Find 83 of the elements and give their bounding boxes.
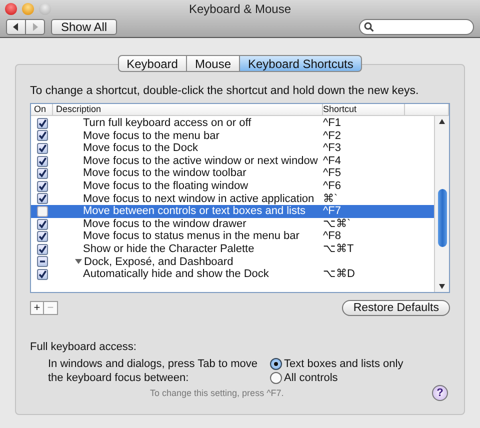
checkmark-icon	[38, 270, 46, 279]
shortcut-description: Move focus to the window drawer	[82, 218, 246, 230]
checkbox[interactable]	[36, 231, 48, 242]
checkbox[interactable]	[36, 218, 48, 230]
close-button[interactable]	[5, 3, 17, 15]
table-row[interactable]: Move focus to the menu bar ^F2	[31, 130, 434, 142]
radio-button[interactable]	[270, 358, 282, 370]
table-row[interactable]: Move focus to the floating window ^F6	[31, 180, 434, 193]
shortcut-description: Move focus to the Dock	[82, 142, 198, 155]
restore-defaults-button[interactable]: Restore Defaults	[342, 300, 450, 316]
group-label: Dock, Exposé, and Dashboard	[84, 256, 234, 268]
window-title: Keyboard & Mouse	[188, 2, 292, 16]
shortcut-keys: ^F1	[323, 117, 341, 129]
shortcut-description: Move focus to next window in active application	[82, 192, 314, 206]
table-row[interactable]: Move between controls or text boxes and lists ^F7	[31, 205, 434, 218]
radio-option[interactable]: All controls	[270, 371, 404, 385]
table-row[interactable]: Move focus to the Dock ^F3	[31, 142, 434, 155]
down-arrow-icon[interactable]	[439, 284, 445, 289]
back-button[interactable]	[6, 19, 26, 35]
shortcut-keys: ^F4	[323, 154, 341, 167]
shortcut-keys: ^F3	[323, 142, 341, 154]
shortcut-description: Move focus to the active window or next window	[82, 154, 318, 168]
search-icon	[364, 22, 374, 32]
checkbox[interactable]	[36, 156, 48, 167]
checkbox[interactable]	[36, 193, 48, 204]
right-triangle-icon	[31, 23, 39, 31]
shortcut-keys: ^F8	[323, 230, 341, 242]
checkbox[interactable]	[36, 168, 48, 180]
shortcut-description: Show or hide the Character Palette	[82, 242, 254, 256]
shortcut-keys: ^F7	[323, 205, 341, 218]
setting-prompt: In windows and dialogs, press Tab to move the keyboard focus between:	[48, 357, 259, 385]
left-triangle-icon	[12, 23, 20, 31]
shortcut-description: Move focus to the window toolbar	[82, 167, 246, 180]
checkbox[interactable]	[36, 206, 48, 217]
table-row[interactable]: Move focus to next window in active application ⌘`	[31, 192, 434, 206]
shortcut-description: Turn full keyboard access on or off	[82, 117, 252, 130]
search-field[interactable]	[359, 19, 474, 35]
scroll-bar[interactable]	[434, 116, 449, 292]
shortcut-keys: ⌥⌘T	[323, 242, 354, 255]
shortcut-description: Automatically hide and show the Dock	[82, 268, 269, 281]
help-button[interactable]: ?	[432, 385, 448, 401]
shortcut-keys: ^F5	[323, 167, 341, 180]
column-header[interactable]: Description	[53, 104, 323, 115]
shortcut-keys: ⌘`	[323, 192, 338, 205]
column-header[interactable]: Shortcut	[323, 104, 405, 115]
disclosure-triangle-icon[interactable]	[75, 258, 82, 266]
up-arrow-icon[interactable]	[439, 119, 445, 124]
shortcut-description: Move focus to the floating window	[82, 180, 248, 193]
radio-option[interactable]: Text boxes and lists only	[270, 357, 404, 371]
hint-text: To change this setting, press ^F7.	[150, 388, 284, 398]
shortcut-keys: ^F6	[323, 180, 341, 192]
radio-button[interactable]	[270, 372, 282, 384]
checkbox[interactable]	[36, 130, 48, 142]
checkbox[interactable]	[36, 244, 48, 255]
table-row[interactable]: Move focus to status menus in the menu bar ^F8	[31, 230, 434, 243]
checkbox[interactable]	[36, 268, 48, 280]
show-all-button[interactable]: Show All	[51, 19, 118, 35]
add-button[interactable]: +	[30, 301, 44, 315]
tab[interactable]: Keyboard Shortcuts	[240, 55, 362, 72]
forward-button[interactable]	[26, 19, 45, 35]
column-header[interactable]: On	[31, 104, 53, 115]
table-row[interactable]: Show or hide the Character Palette ⌥⌘T	[31, 242, 434, 256]
shortcut-keys: ⌥⌘D	[323, 268, 355, 280]
shortcut-keys: ⌥⌘`	[323, 218, 351, 230]
checkbox[interactable]	[36, 118, 48, 129]
checkbox[interactable]	[36, 142, 48, 154]
checkbox[interactable]	[36, 180, 48, 192]
shortcut-description: Move focus to the menu bar	[82, 130, 220, 142]
shortcut-keys: ^F2	[323, 130, 341, 142]
table-row[interactable]: Move focus to the window toolbar ^F5	[31, 167, 434, 180]
tab[interactable]: Mouse	[186, 55, 240, 72]
tab[interactable]: Keyboard	[118, 55, 187, 72]
checkbox[interactable]	[36, 256, 48, 268]
table-row[interactable]: Automatically hide and show the Dock ⌥⌘D	[31, 268, 434, 281]
section-heading: Full keyboard access:	[30, 341, 138, 353]
scroll-thumb[interactable]	[438, 189, 446, 247]
shortcut-description: Move between controls or text boxes and lists	[82, 205, 306, 218]
table-row[interactable]: Dock, Exposé, and Dashboard	[31, 256, 434, 268]
shortcut-description: Move focus to status menus in the menu bar	[82, 230, 300, 243]
table-row[interactable]: Move focus to the active window or next window ^F4	[31, 154, 434, 168]
table-row[interactable]: Move focus to the window drawer ⌥⌘`	[31, 218, 434, 230]
table-row[interactable]: Turn full keyboard access on or off ^F1	[31, 117, 434, 130]
instruction-text: To change a shortcut, double-click the shortcut and hold down the new keys.	[30, 85, 420, 97]
